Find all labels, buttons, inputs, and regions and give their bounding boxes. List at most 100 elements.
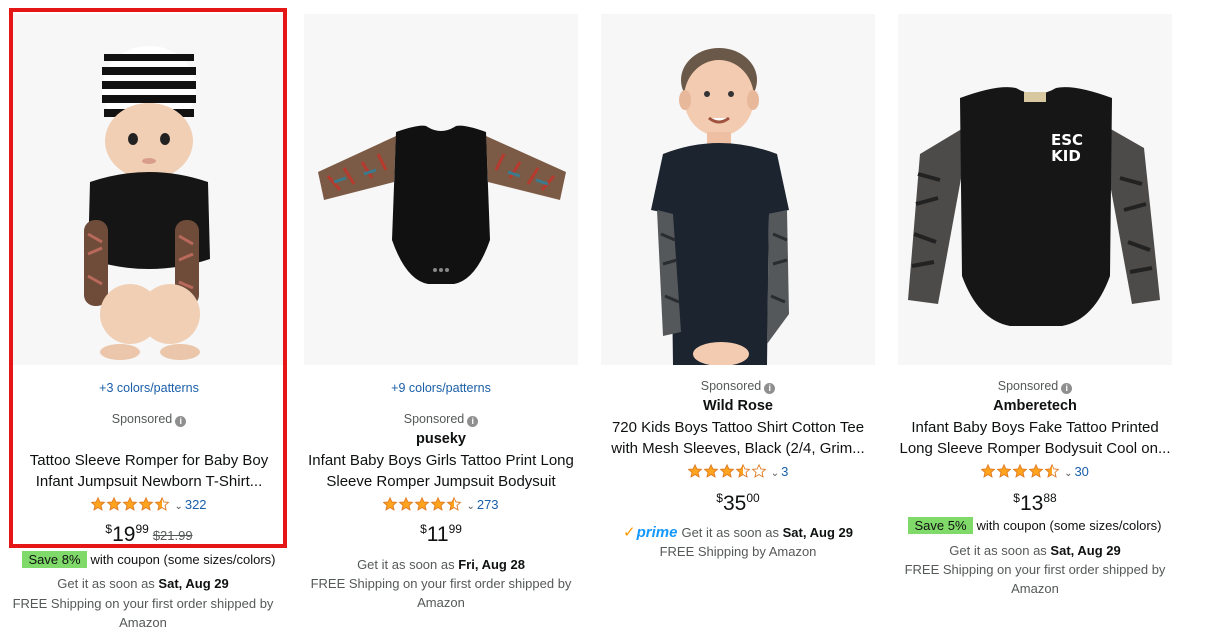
delivery-date: Sat, Aug 29	[158, 576, 229, 591]
star-icon	[430, 496, 446, 511]
star-icon	[1012, 463, 1028, 478]
delivery-date: Sat, Aug 29	[1050, 543, 1121, 558]
product-image[interactable]	[304, 14, 578, 365]
product-card-3[interactable]: Sponsored i Wild Rose 720 Kids Boys Tatto…	[601, 14, 875, 633]
shipping-line-1: FREE Shipping by Amazon	[659, 544, 817, 559]
sponsored-label[interactable]: Sponsored i	[304, 412, 578, 427]
star-rating-svg	[382, 496, 462, 511]
star-icon	[719, 463, 735, 478]
rating-row[interactable]: ⌄ 3	[601, 463, 875, 481]
chevron-down-icon[interactable]: ⌄	[174, 501, 182, 512]
rating-row[interactable]: ⌄ 322	[12, 496, 286, 514]
price-fraction: 00	[746, 491, 760, 505]
boy-tattoo-shirt-image	[601, 14, 875, 365]
sponsored-text: Sponsored	[997, 379, 1059, 393]
review-count-link[interactable]: 3	[781, 464, 788, 479]
product-card-1[interactable]: +3 colors/patterns Sponsored i Tattoo Sle…	[12, 14, 286, 633]
star-icon	[106, 496, 122, 511]
prime-check-icon: ✓	[623, 524, 636, 541]
product-card-2[interactable]: +9 colors/patterns Sponsored i puseky Inf…	[304, 14, 578, 633]
star-rating-svg	[90, 496, 170, 511]
price-fraction: 88	[1043, 491, 1057, 505]
price-fraction: 99	[448, 522, 462, 536]
product-title-line-2[interactable]: Long Sleeve Romper Bodysuit Cool on...	[898, 438, 1172, 459]
star-rating-svg	[980, 463, 1060, 478]
delivery-row: ✓prime Get it as soon as Sat, Aug 29	[601, 523, 875, 541]
star-icon	[996, 463, 1012, 478]
color-variants-link[interactable]: +3 colors/patterns	[12, 381, 286, 395]
delivery-prefix: Get it as soon as	[57, 576, 159, 591]
info-icon[interactable]: i	[764, 383, 776, 394]
delivery-prefix: Get it as soon as	[681, 525, 783, 540]
info-icon[interactable]: i	[1061, 383, 1073, 394]
star-icon	[735, 463, 751, 478]
star-icon	[751, 463, 767, 478]
product-title-line-1[interactable]: Tattoo Sleeve Romper for Baby Boy	[12, 450, 286, 471]
product-title-line-1[interactable]: Infant Baby Boys Fake Tattoo Printed	[898, 417, 1172, 438]
baby-romper-image	[12, 14, 286, 365]
chevron-down-icon[interactable]: ⌄	[1064, 468, 1072, 479]
price-currency: $	[716, 491, 723, 505]
star-rating-icon[interactable]	[90, 496, 171, 514]
price[interactable]: $1999 $21.99	[12, 522, 286, 547]
product-title-line-2[interactable]: with Mesh Sleeves, Black (2/4, Grim...	[601, 438, 875, 459]
rating-row[interactable]: ⌄ 273	[304, 496, 578, 514]
price-whole: 13	[1019, 492, 1044, 515]
color-variants-link[interactable]: +9 colors/patterns	[304, 381, 578, 395]
coupon-badge[interactable]: Save 8%	[22, 551, 87, 568]
shipping-line-2: Amazon	[1011, 581, 1059, 596]
sponsored-label[interactable]: Sponsored i	[898, 379, 1172, 394]
star-rating-icon[interactable]	[980, 463, 1061, 481]
review-count-link[interactable]: 273	[477, 497, 499, 512]
brand-name[interactable]: Wild Rose	[601, 398, 875, 414]
esc-kid-romper-image	[898, 14, 1172, 365]
coupon-row-1[interactable]: Save 8% with coupon (some sizes/colors)	[12, 551, 286, 568]
coupon-row[interactable]: Save 5% with coupon (some sizes/colors)	[898, 517, 1172, 534]
sponsored-text: Sponsored	[403, 412, 465, 426]
price-whole: 35	[722, 492, 747, 515]
product-title-line-1[interactable]: 720 Kids Boys Tattoo Shirt Cotton Tee	[601, 417, 875, 438]
chevron-down-icon[interactable]: ⌄	[466, 501, 474, 512]
product-card-4[interactable]: ESC KID Sponsored i Amberetech Infant Bab…	[898, 14, 1172, 633]
star-icon	[382, 496, 398, 511]
product-image[interactable]	[12, 14, 286, 365]
coupon-badge[interactable]: Save 5%	[908, 517, 973, 534]
info-icon[interactable]: i	[175, 416, 187, 427]
coupon-text: with coupon (some sizes/colors)	[90, 552, 276, 567]
info-icon[interactable]: i	[467, 416, 479, 427]
star-icon	[138, 496, 154, 511]
brand-name[interactable]: Amberetech	[898, 398, 1172, 414]
star-icon	[446, 496, 462, 511]
product-title-line-2[interactable]: Sleeve Romper Jumpsuit Bodysuit	[304, 471, 578, 492]
delivery-row: Get it as soon as Sat, Aug 29	[898, 543, 1172, 558]
product-title-line-2[interactable]: Infant Jumpsuit Newborn T-Shirt...	[12, 471, 286, 492]
rating-row[interactable]: ⌄ 30	[898, 463, 1172, 481]
product-image[interactable]: ESC KID	[898, 14, 1172, 365]
product-image[interactable]	[601, 14, 875, 365]
star-icon	[1044, 463, 1060, 478]
star-icon	[703, 463, 719, 478]
list-price: $21.99	[152, 528, 193, 543]
delivery-date: Sat, Aug 29	[782, 525, 853, 540]
price[interactable]: $1199	[304, 522, 578, 547]
sponsored-label[interactable]: Sponsored i	[601, 379, 875, 394]
romper-image	[304, 14, 578, 365]
price[interactable]: $1388	[898, 491, 1172, 516]
product-title-line-1[interactable]: Infant Baby Boys Girls Tattoo Print Long	[304, 450, 578, 471]
coupon-text: with coupon (some sizes/colors)	[976, 518, 1162, 533]
star-rating-icon[interactable]	[382, 496, 463, 514]
price[interactable]: $3500	[601, 491, 875, 516]
shipping-line-2: Amazon	[119, 615, 167, 630]
star-icon	[980, 463, 996, 478]
star-icon	[1028, 463, 1044, 478]
delivery-row-1: Get it as soon as Sat, Aug 29	[6, 576, 280, 591]
review-count-link[interactable]: 322	[185, 497, 207, 512]
chevron-down-icon[interactable]: ⌄	[771, 468, 779, 479]
price-fraction: 99	[135, 522, 149, 536]
star-rating-icon[interactable]	[687, 463, 768, 481]
sponsored-label[interactable]: Sponsored i	[12, 412, 286, 427]
review-count-link[interactable]: 30	[1074, 464, 1088, 479]
delivery-prefix: Get it as soon as	[949, 543, 1051, 558]
brand-name[interactable]: puseky	[304, 431, 578, 447]
delivery-prefix: Get it as soon as	[357, 557, 459, 572]
